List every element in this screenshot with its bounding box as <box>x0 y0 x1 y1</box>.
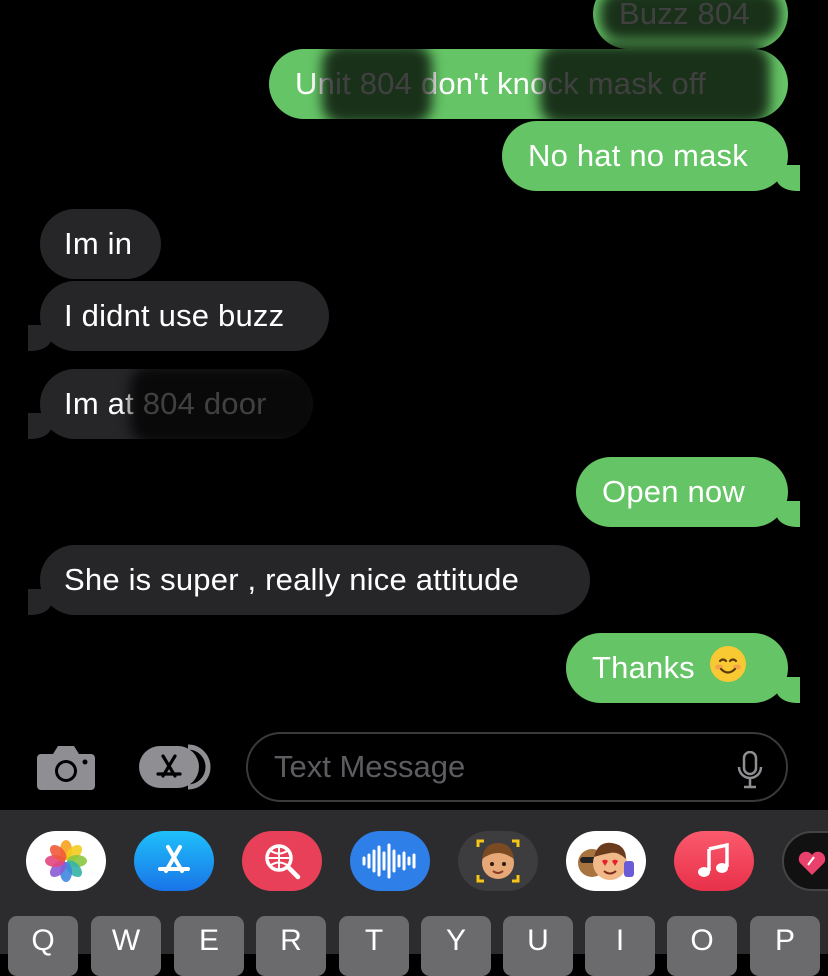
message-received-she-is-super[interactable]: She is super , really nice attitude <box>40 545 590 615</box>
app-drawer: Q W E R T Y U I O P <box>0 810 828 976</box>
app-store-toggle-icon[interactable] <box>138 742 214 797</box>
key-q[interactable]: Q <box>8 916 78 976</box>
key-y[interactable]: Y <box>421 916 491 976</box>
text-message-input[interactable]: Text Message <box>246 732 788 802</box>
animoji-icon[interactable] <box>566 831 646 891</box>
message-sent-buzz[interactable]: Buzz 804 <box>593 0 788 49</box>
message-text: Im in <box>64 226 133 261</box>
key-r[interactable]: R <box>256 916 326 976</box>
key-t[interactable]: T <box>339 916 409 976</box>
compose-bar: Text Message <box>0 722 828 810</box>
search-web-icon[interactable] <box>242 831 322 891</box>
message-received-didnt-buzz[interactable]: I didnt use buzz <box>40 281 329 351</box>
bubble-tail <box>776 165 800 191</box>
message-sent-open-now[interactable]: Open now <box>576 457 788 527</box>
bubble-tail <box>28 589 52 615</box>
key-p[interactable]: P <box>750 916 820 976</box>
smiling-face-emoji-icon <box>709 645 747 691</box>
message-text: Buzz 804 <box>619 0 750 31</box>
memoji-stickers-icon[interactable] <box>458 831 538 891</box>
microphone-icon[interactable] <box>736 750 764 797</box>
message-sent-thanks[interactable]: Thanks <box>566 633 788 703</box>
bubble-tail <box>776 677 800 703</box>
message-text: No hat no mask <box>528 138 748 173</box>
bubble-tail <box>28 325 52 351</box>
app-store-icon[interactable] <box>134 831 214 891</box>
key-o[interactable]: O <box>667 916 737 976</box>
music-icon[interactable] <box>674 831 754 891</box>
message-text: Thanks <box>592 650 695 685</box>
bubble-tail <box>776 501 800 527</box>
key-u[interactable]: U <box>503 916 573 976</box>
audio-message-icon[interactable] <box>350 831 430 891</box>
bubble-tail <box>28 413 52 439</box>
message-sent-unit[interactable]: Unit 804 don't knock mask off <box>269 49 788 119</box>
message-received-at-door[interactable]: Im at 804 door <box>40 369 313 439</box>
message-text: I didnt use buzz <box>64 298 285 333</box>
key-i[interactable]: I <box>585 916 655 976</box>
camera-icon[interactable] <box>35 742 97 797</box>
message-text: She is super , really nice attitude <box>64 562 520 597</box>
key-e[interactable]: E <box>174 916 244 976</box>
heart-stickers-icon[interactable] <box>782 831 828 891</box>
message-received-im-in[interactable]: Im in <box>40 209 161 279</box>
message-sent-no-hat[interactable]: No hat no mask <box>502 121 788 191</box>
message-text: Im at 804 door <box>64 386 267 421</box>
text-message-placeholder: Text Message <box>274 749 466 784</box>
photos-icon[interactable] <box>26 831 106 891</box>
message-text: Unit 804 don't knock mask off <box>295 66 706 101</box>
key-w[interactable]: W <box>91 916 161 976</box>
message-text: Open now <box>602 474 745 509</box>
